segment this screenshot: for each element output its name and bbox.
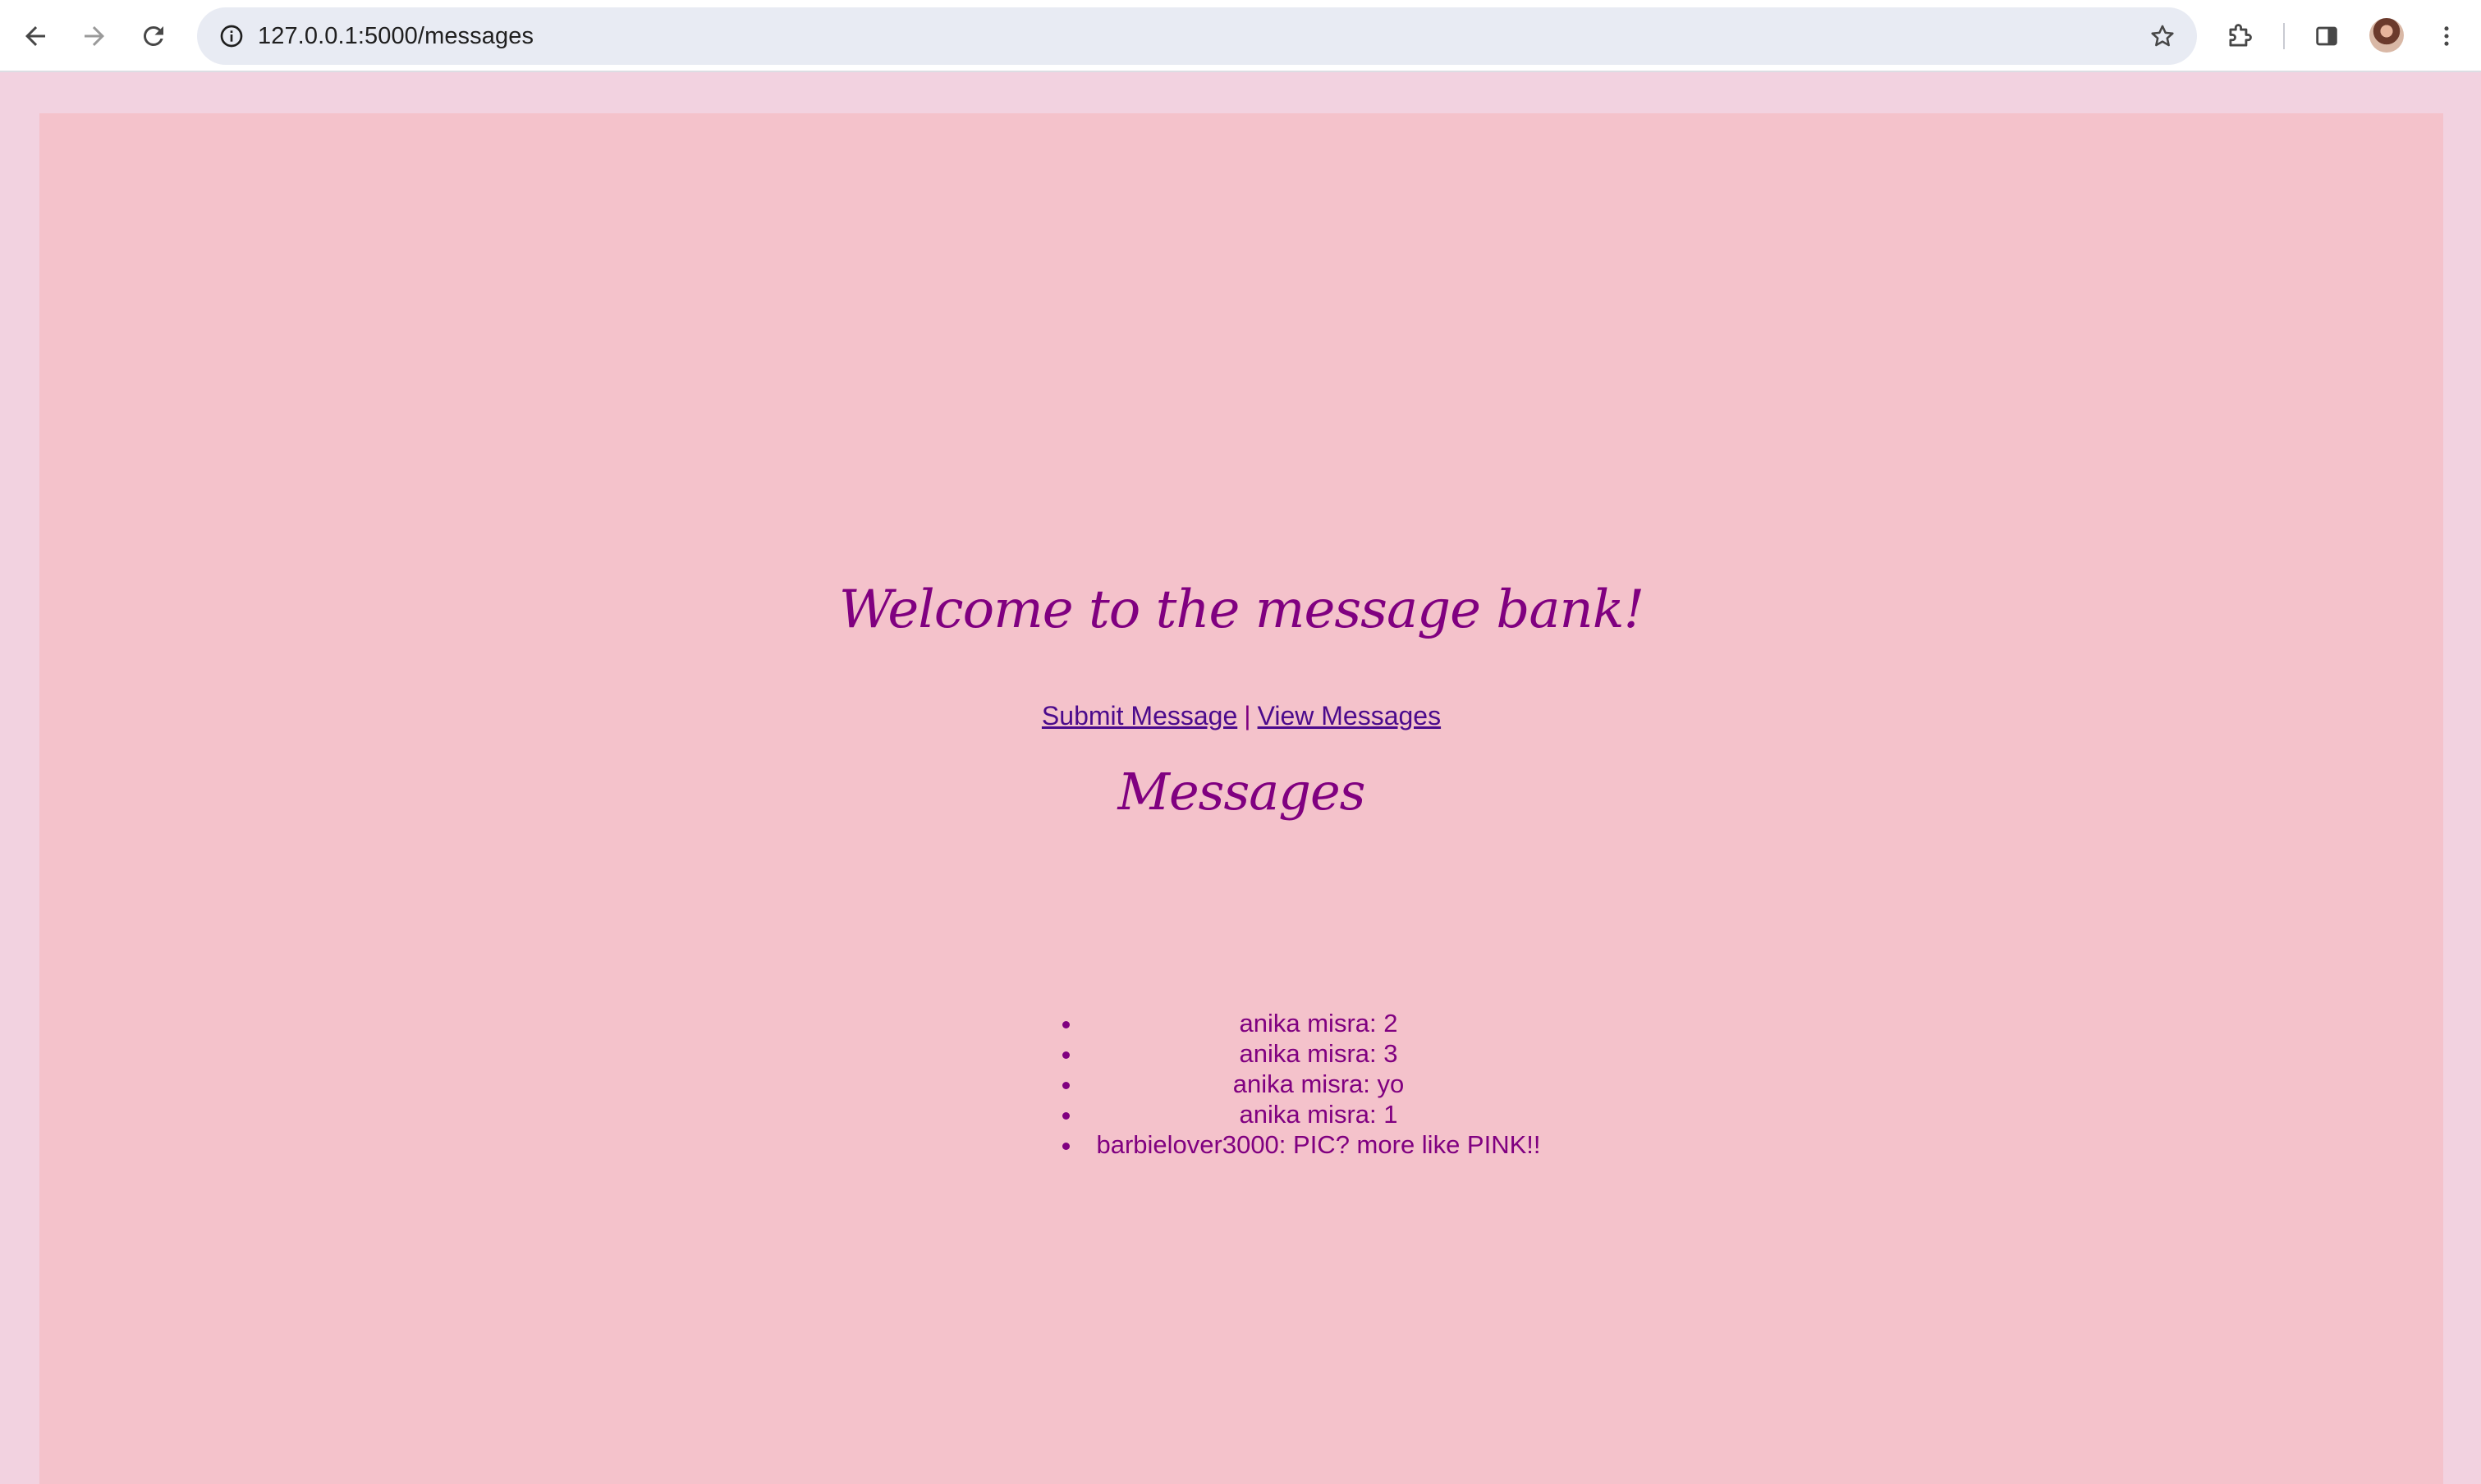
puzzle-icon: [2229, 24, 2252, 47]
messages-list: anika misra: 2 anika misra: 3 anika misr…: [1045, 1008, 1554, 1160]
arrow-left-icon: [25, 26, 45, 46]
submit-message-link[interactable]: Submit Message: [1042, 701, 1237, 731]
messages-heading: Messages: [1117, 762, 1366, 822]
side-panel-icon: [2316, 26, 2337, 46]
list-item: anika misra: yo: [1083, 1069, 1554, 1099]
avatar[interactable]: [2369, 18, 2404, 53]
list-item: anika misra: 3: [1083, 1038, 1554, 1069]
bookmark-button[interactable]: [2146, 20, 2179, 53]
side-panel-button[interactable]: [2304, 13, 2350, 59]
nav-links: Submit Message | View Messages: [39, 701, 2443, 731]
toolbar-divider: [2283, 23, 2285, 49]
list-item: barbielover3000: PIC? more like PINK!!: [1083, 1129, 1554, 1160]
site-info-button[interactable]: [215, 20, 248, 53]
browser-menu-button[interactable]: [2424, 13, 2470, 59]
page-title: Welcome to the message bank!: [838, 579, 1644, 640]
info-icon: [220, 25, 243, 48]
list-item: anika misra: 1: [1083, 1099, 1554, 1129]
arrow-right-icon: [85, 26, 104, 46]
address-bar[interactable]: 127.0.0.1:5000/messages: [197, 7, 2197, 65]
star-icon: [2151, 25, 2174, 47]
extensions-button[interactable]: [2217, 13, 2263, 59]
url-text[interactable]: 127.0.0.1:5000/messages: [258, 7, 534, 65]
forward-button[interactable]: [71, 13, 117, 59]
reload-icon: [143, 25, 163, 46]
nav-separator: |: [1244, 701, 1251, 731]
browser-toolbar: 127.0.0.1:5000/messages: [0, 0, 2481, 72]
view-messages-link[interactable]: View Messages: [1258, 701, 1442, 731]
back-button[interactable]: [12, 13, 58, 59]
page-container: Welcome to the message bank! Submit Mess…: [39, 113, 2443, 1484]
list-item: anika misra: 2: [1083, 1008, 1554, 1038]
reload-button[interactable]: [131, 13, 177, 59]
kebab-menu-icon: [2444, 26, 2449, 46]
